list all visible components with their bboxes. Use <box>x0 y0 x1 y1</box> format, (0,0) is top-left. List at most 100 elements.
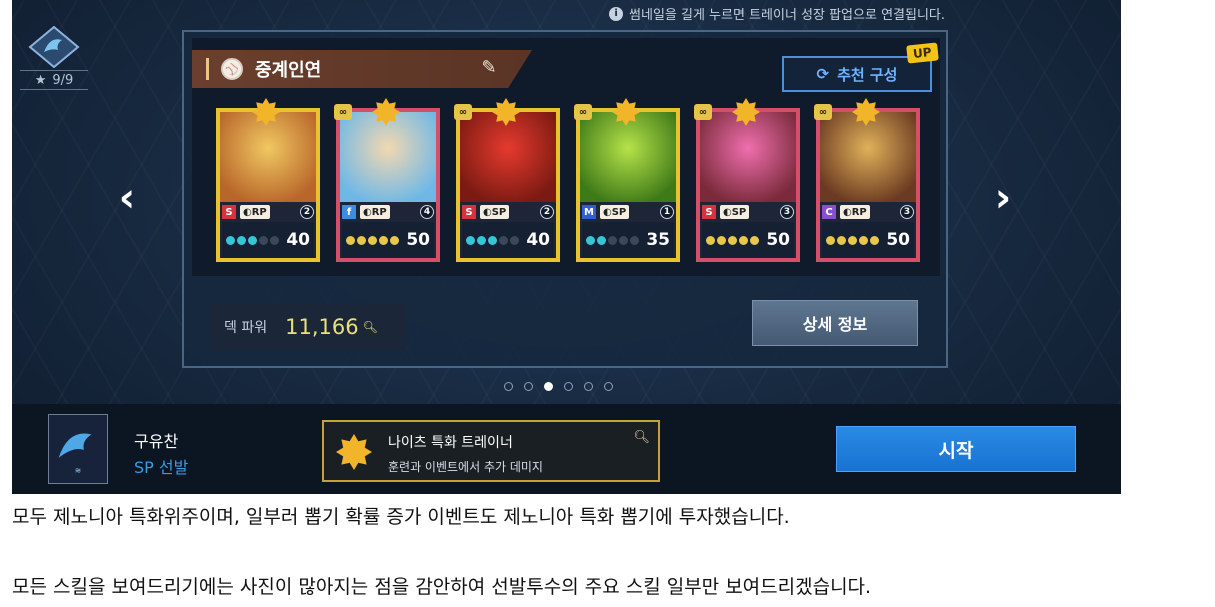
card-type: f <box>342 205 356 219</box>
player-card[interactable]: S ◐SP 2 40 ∞ <box>454 98 560 262</box>
grade-dot <box>390 235 399 245</box>
player-portrait <box>580 112 676 202</box>
deck-panel: ⚾ 중계인연 ✎ ⟳ 추천 구성 UP S ◐RP 2 40 f ◐RP 4 50 ∞ S ◐SP 2… <box>182 30 948 368</box>
info-icon: i <box>609 6 624 21</box>
grade-dot <box>368 235 377 245</box>
pitcher-role: ◐SP <box>720 205 750 219</box>
grade-dots <box>226 235 279 245</box>
refresh-icon: ⟳ <box>816 65 830 83</box>
card-count: 3 <box>900 205 914 219</box>
card-stats: 50 <box>702 222 794 258</box>
notice-bar: i 썸네일을 길게 누르면 트레이너 성장 팝업으로 연결됩니다. <box>609 4 945 23</box>
player-card[interactable]: S ◐RP 2 40 <box>216 98 320 262</box>
trainer-description: 훈련과 이벤트에서 추가 데미지 <box>388 460 543 474</box>
grade-dot <box>706 235 715 245</box>
card-level: 50 <box>886 230 910 250</box>
card-type: M <box>582 205 596 219</box>
card-type: C <box>822 205 836 219</box>
card-level: 50 <box>406 230 430 250</box>
link-icon: ∞ <box>454 104 472 120</box>
pitcher-role: ◐SP <box>480 205 510 219</box>
star-icon: ★ <box>34 72 47 88</box>
trainer-name: 나이츠 특화 트레이너 <box>388 435 513 451</box>
next-arrow-icon[interactable]: › <box>986 176 1020 220</box>
card-level: 40 <box>526 230 550 250</box>
link-icon: ∞ <box>574 104 592 120</box>
deck-name-tab[interactable]: ⚾ 중계인연 ✎ <box>192 50 532 88</box>
coach-name: 구유찬 <box>134 432 179 451</box>
grade-dot <box>259 235 268 245</box>
grade-dots <box>466 235 519 245</box>
prev-arrow-icon[interactable]: ‹ <box>110 176 144 220</box>
svg-text:≋: ≋ <box>75 466 81 475</box>
edit-icon[interactable]: ✎ <box>478 57 500 79</box>
player-card[interactable]: S ◐SP 3 50 ∞ <box>694 98 800 262</box>
player-position: S ◐SP 2 <box>462 204 554 220</box>
grade-dot <box>270 235 279 245</box>
grade-dot <box>859 235 868 245</box>
deck-name: 중계인연 <box>255 60 322 81</box>
grade-dot <box>499 235 508 245</box>
player-position: S ◐SP 3 <box>702 204 794 220</box>
page-dot[interactable] <box>504 382 513 391</box>
grade-dot <box>619 235 628 245</box>
caption-line-1: 모두 제노니아 특화위주이며, 일부러 뽑기 확률 증가 이벤트도 제노니아 특… <box>12 506 790 528</box>
grade-dot <box>466 235 475 245</box>
player-portrait <box>820 112 916 202</box>
zoom-icon[interactable]: 🔍︎ <box>633 430 650 445</box>
grade-dot <box>477 235 486 245</box>
grade-dot <box>739 235 748 245</box>
card-type: S <box>702 205 716 219</box>
player-portrait <box>700 112 796 202</box>
player-card[interactable]: C ◐RP 3 50 ∞ <box>814 98 920 262</box>
player-position: C ◐RP 3 <box>822 204 914 220</box>
card-stats: 50 <box>342 222 434 258</box>
card-level: 35 <box>646 230 670 250</box>
card-stats: 40 <box>462 222 554 258</box>
deck-power-value: 11,166 <box>285 315 359 339</box>
pitcher-role: ◐RP <box>840 205 870 219</box>
link-icon: ∞ <box>814 104 832 120</box>
grade-dot <box>237 235 246 245</box>
page-dot[interactable] <box>604 382 613 391</box>
page-dot[interactable] <box>584 382 593 391</box>
grade-dot <box>379 235 388 245</box>
link-icon: ∞ <box>334 104 352 120</box>
grade-dot <box>728 235 737 245</box>
card-stats: 35 <box>582 222 674 258</box>
player-portrait <box>340 112 436 202</box>
page-dot[interactable] <box>524 382 533 391</box>
player-position: f ◐RP 4 <box>342 204 434 220</box>
card-count: 4 <box>420 205 434 219</box>
game-screenshot: i 썸네일을 길게 누르면 트레이너 성장 팝업으로 연결됩니다. ★ 9/9 … <box>12 0 1121 494</box>
grade-dot <box>608 235 617 245</box>
page-dot[interactable] <box>564 382 573 391</box>
recommend-button[interactable]: ⟳ 추천 구성 UP <box>782 42 939 92</box>
page-dot[interactable] <box>544 382 553 391</box>
grade-dot <box>630 235 639 245</box>
player-card[interactable]: f ◐RP 4 50 ∞ <box>334 98 440 262</box>
recommend-label: 추천 구성 <box>837 65 898 84</box>
detail-info-button[interactable]: 상세 정보 <box>752 300 918 346</box>
up-badge: UP <box>906 42 939 64</box>
grade-dot <box>248 235 257 245</box>
dragon-emblem-icon[interactable] <box>28 26 80 68</box>
deck-power: 덱 파워 11,166 🔍︎ <box>210 304 406 350</box>
player-card[interactable]: M ◐SP 1 35 ∞ <box>574 98 680 262</box>
pitcher-role: ◐SP <box>600 205 630 219</box>
card-count: 2 <box>540 205 554 219</box>
caption-line-2: 모든 스킬을 보여드리기에는 사진이 많아지는 점을 감안하여 선발투수의 주요… <box>12 576 872 598</box>
card-level: 40 <box>286 230 310 250</box>
start-button[interactable]: 시작 <box>836 426 1076 472</box>
grade-dots <box>346 235 399 245</box>
zoom-icon[interactable]: 🔍︎ <box>363 320 378 334</box>
tab-accent <box>206 58 209 80</box>
card-stats: 40 <box>222 222 314 258</box>
grade-dot <box>848 235 857 245</box>
card-count: 1 <box>660 205 674 219</box>
trainer-panel[interactable]: 나이츠 특화 트레이너 훈련과 이벤트에서 추가 데미지 🔍︎ <box>322 420 660 482</box>
team-rating: ★ 9/9 <box>20 70 88 90</box>
player-position: S ◐RP 2 <box>222 204 314 220</box>
grade-dot <box>870 235 879 245</box>
coach-avatar[interactable]: ≋ <box>48 414 108 484</box>
